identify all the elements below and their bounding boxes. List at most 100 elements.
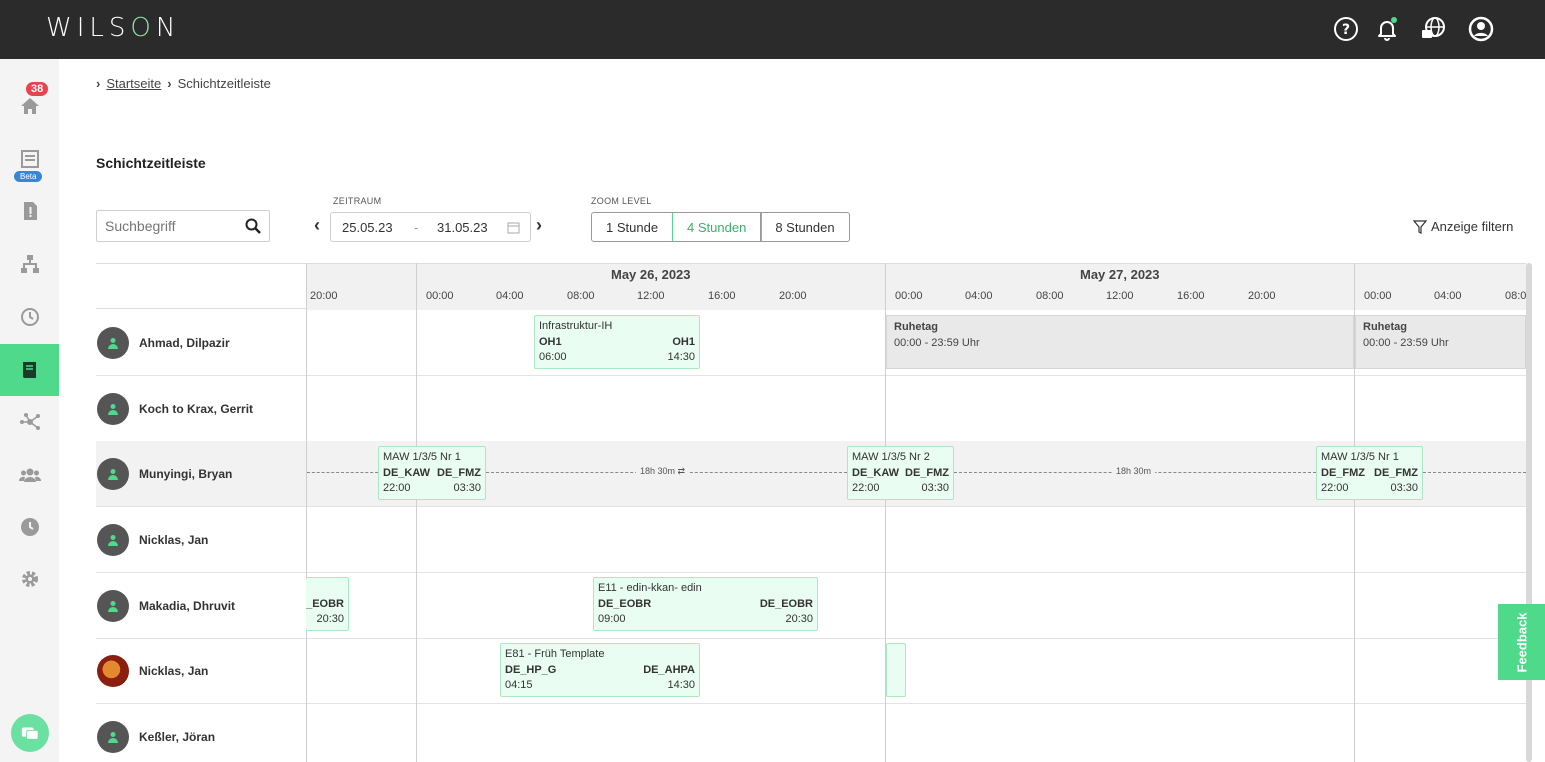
hour-label: 04:00 [496, 290, 524, 302]
book-icon[interactable] [0, 344, 59, 396]
calendar-icon[interactable] [507, 221, 520, 234]
hour-label: 00:00 [895, 290, 923, 302]
filter-icon [1413, 219, 1427, 234]
filter-button[interactable]: Anzeige filtern [1413, 219, 1513, 234]
hour-label: 00:00 [426, 290, 454, 302]
date-to: 31.05.23 [437, 220, 488, 235]
hour-label: 08:00 [1036, 290, 1064, 302]
hour-label: 20:00 [1248, 290, 1276, 302]
employee-name[interactable]: Nicklas, Jan [139, 664, 208, 678]
hour-label: 16:00 [1177, 290, 1205, 302]
shift-card[interactable]: E_EOBR 20:30 [306, 577, 349, 631]
shift-card[interactable]: E81 - Früh Template DE_HP_G DE_AHPA 04:1… [500, 643, 700, 697]
network-icon[interactable] [0, 396, 59, 448]
help-icon[interactable]: ? [1333, 16, 1359, 42]
hour-label: 12:00 [637, 290, 665, 302]
avatar [97, 524, 129, 556]
gear-icon[interactable] [0, 553, 59, 605]
breadcrumb-home-link[interactable]: Startseite [106, 76, 161, 91]
gap-duration: 18h 30m [1112, 466, 1156, 476]
chevron-right-icon: › [167, 76, 172, 91]
shift-card[interactable]: MAW 1/3/5 Nr 1 DE_KAW DE_FMZ 22:00 03:30 [378, 446, 486, 500]
top-bar: WILSON ? [0, 0, 1545, 59]
notification-count-badge: 38 [26, 82, 49, 96]
shift-card[interactable]: MAW 1/3/5 Nr 1 DE_FMZ DE_FMZ 22:00 03:30 [1316, 446, 1423, 500]
day-label: May 27, 2023 [1080, 267, 1160, 282]
employee-name[interactable]: Koch to Krax, Gerrit [139, 402, 253, 416]
avatar [97, 393, 129, 425]
person-icon [108, 732, 118, 743]
gap-duration: 18h 30m ⇄ [636, 466, 690, 477]
day-label: May 26, 2023 [611, 267, 691, 282]
beta-badge: Beta [14, 171, 43, 182]
employee-name[interactable]: Keßler, Jöran [139, 730, 215, 744]
zoom-level-toggle: 1 Stunde 4 Stunden 8 Stunden [591, 212, 850, 242]
next-period-button[interactable]: › [536, 215, 542, 236]
hour-label: 08:00 [567, 290, 595, 302]
person-icon [108, 535, 118, 546]
chevron-right-icon: › [96, 76, 101, 91]
employee-name[interactable]: Ahmad, Dilpazir [139, 336, 230, 350]
employee-name[interactable]: Nicklas, Jan [139, 533, 208, 547]
period-label: ZEITRAUM [333, 196, 382, 206]
employee-row: Keßler, Jöran [96, 704, 1526, 762]
avatar [97, 458, 129, 490]
user-account-icon[interactable] [1468, 16, 1494, 42]
zoom-label: ZOOM LEVEL [591, 196, 652, 206]
zoom-4h-button[interactable]: 4 Stunden [672, 213, 763, 241]
globe-chat-icon[interactable] [1421, 16, 1447, 42]
employee-name[interactable]: Munyingi, Bryan [139, 467, 232, 481]
feedback-button[interactable]: Feedback [1498, 604, 1545, 680]
clock-outline-icon[interactable] [0, 291, 59, 343]
person-icon [108, 469, 118, 480]
hour-label: 04:00 [1434, 290, 1462, 302]
svg-text:?: ? [1342, 22, 1350, 38]
breadcrumb: › Startseite › Schichtzeitleiste [96, 76, 271, 91]
page-title: Schichtzeitleiste [96, 155, 206, 171]
employee-row: Nicklas, Jan [96, 638, 1526, 704]
person-icon [108, 338, 118, 349]
search-input[interactable] [97, 218, 237, 234]
avatar-photo [97, 655, 129, 687]
rest-day-block[interactable]: Ruhetag 00:00 - 23:59 Uhr [886, 315, 1354, 369]
avatar [97, 721, 129, 753]
hour-label: 12:00 [1106, 290, 1134, 302]
bell-icon[interactable] [1374, 16, 1400, 42]
person-icon [108, 404, 118, 415]
time-icon[interactable] [0, 501, 59, 553]
document-alert-icon[interactable] [0, 185, 59, 237]
avatar [97, 327, 129, 359]
hour-label: 04:00 [965, 290, 993, 302]
hour-label: 20:00 [310, 290, 338, 302]
zoom-1h-button[interactable]: 1 Stunde [592, 213, 674, 241]
shift-timeline: May 26, 2023 May 27, 2023 20:00 00:00 04… [96, 263, 1526, 762]
org-chart-icon[interactable] [0, 238, 59, 290]
employee-row: Munyingi, Bryan [96, 441, 1526, 507]
hour-label: 08:0 [1505, 290, 1526, 302]
zoom-8h-button[interactable]: 8 Stunden [761, 213, 848, 241]
date-separator: - [414, 220, 419, 235]
sidebar [0, 59, 59, 762]
prev-period-button[interactable]: ‹ [314, 215, 320, 236]
shift-card[interactable] [886, 643, 906, 697]
team-icon[interactable] [0, 449, 59, 501]
search-icon[interactable] [245, 218, 261, 234]
date-range-input[interactable]: 25.05.23 - 31.05.23 [330, 212, 531, 242]
shift-card[interactable]: Infrastruktur-IH OH1 OH1 06:00 14:30 [534, 315, 700, 369]
date-from: 25.05.23 [342, 220, 393, 235]
breadcrumb-current: Schichtzeitleiste [177, 76, 271, 91]
hour-label: 20:00 [779, 290, 807, 302]
search-box [96, 210, 270, 242]
employee-row: Nicklas, Jan [96, 507, 1526, 573]
employee-name[interactable]: Makadia, Dhruvit [139, 599, 235, 613]
wilson-logo[interactable]: WILSON [46, 13, 180, 43]
employee-row: Koch to Krax, Gerrit [96, 376, 1526, 442]
feedback-label: Feedback [1514, 612, 1530, 672]
chat-icon[interactable] [11, 714, 49, 752]
shift-card[interactable]: MAW 1/3/5 Nr 2 DE_KAW DE_FMZ 22:00 03:30 [847, 446, 954, 500]
rest-day-block[interactable]: Ruhetag 00:00 - 23:59 Uhr [1355, 315, 1526, 369]
vertical-scrollbar[interactable] [1526, 263, 1532, 762]
shift-card[interactable]: E11 - edin-kkan- edin DE_EOBR DE_EOBR 09… [593, 577, 818, 631]
hour-label: 16:00 [708, 290, 736, 302]
person-icon [108, 601, 118, 612]
